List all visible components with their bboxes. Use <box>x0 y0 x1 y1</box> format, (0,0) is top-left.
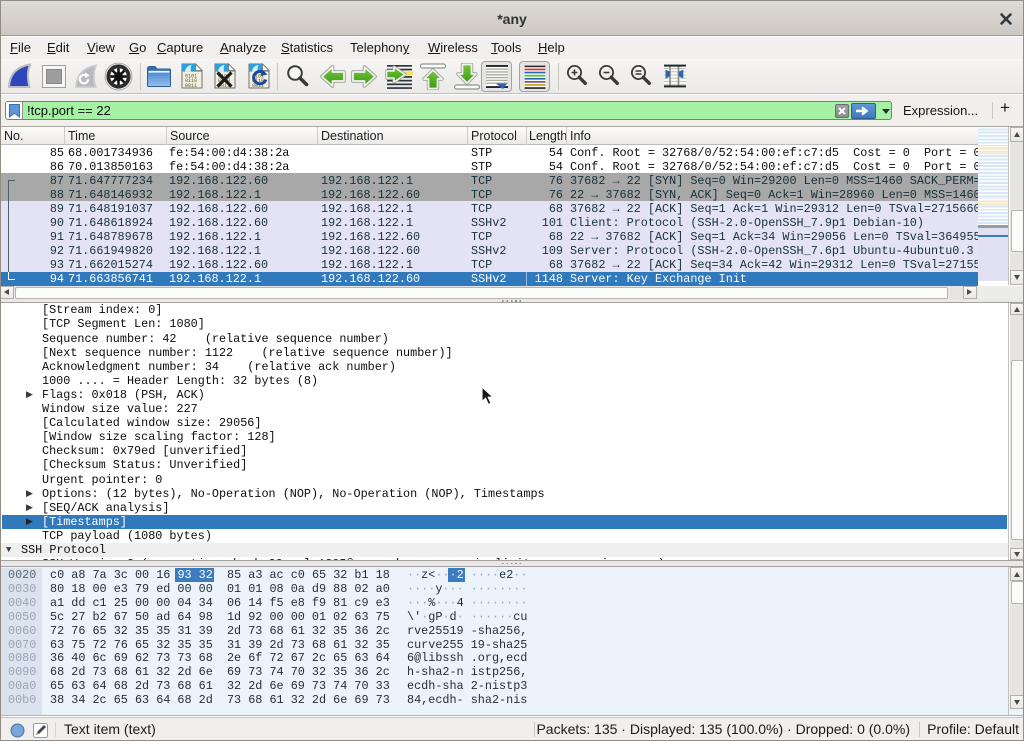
svg-text:0011: 0011 <box>185 83 197 89</box>
